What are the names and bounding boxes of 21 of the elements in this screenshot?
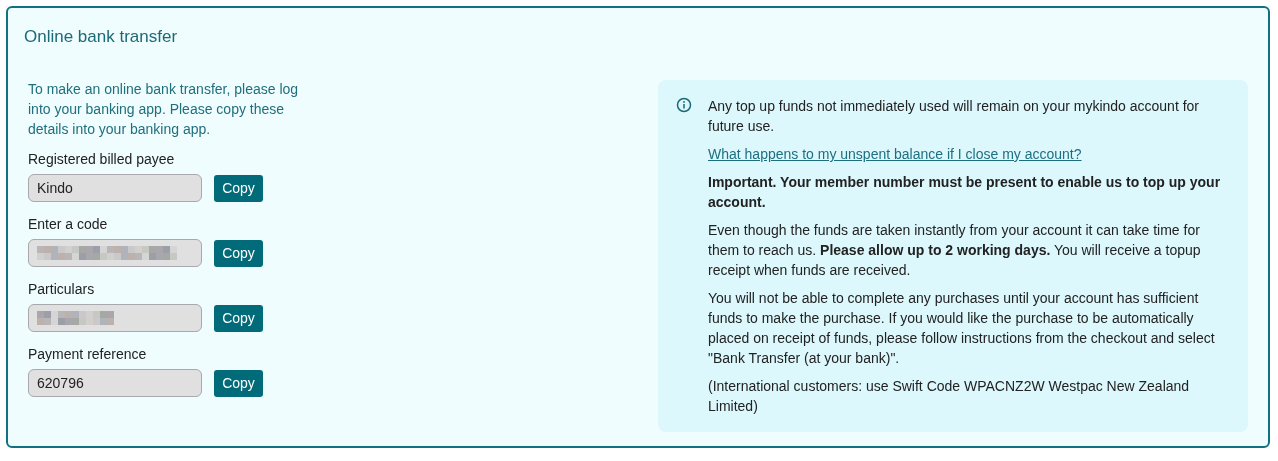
help-link[interactable]: What happens to my unspent balance if I close my account? xyxy=(708,146,1082,162)
important-notice: Important. Your member number must be present to enable us to top up your account. xyxy=(708,173,1222,212)
input-field[interactable]: 620796 xyxy=(28,369,202,397)
field-label: Particulars xyxy=(28,280,96,299)
info-paragraph: Any top up funds not immediately used will remain on your mykindo account for future use. xyxy=(708,97,1201,136)
field-label: Payment reference xyxy=(28,345,148,364)
input-field[interactable]: Kindo xyxy=(28,174,202,202)
field-label: Registered billed payee xyxy=(28,150,176,169)
input-field[interactable] xyxy=(28,304,202,332)
copy-button[interactable]: Copy xyxy=(214,239,263,267)
copy-button[interactable]: Copy xyxy=(214,304,263,332)
section-title: Online bank transfer xyxy=(24,26,179,48)
instructions-text: To make an online bank transfer, please log into your banking app. Please copy these details into your banking app. xyxy=(28,80,300,139)
field-label: Enter a code xyxy=(28,215,109,234)
copy-button[interactable]: Copy xyxy=(214,369,263,397)
info-paragraph: (International customers: use Swift Code WPACNZ2W Westpac New Zealand Limited) xyxy=(708,377,1191,416)
input-field[interactable] xyxy=(28,239,202,267)
info-icon xyxy=(676,97,692,113)
info-paragraph: You will not be able to complete any purchases until your account has sufficient funds to make the purchase. If you would like the purchase to be automatically placed on receipt of funds, please follow instructions from the checkout and select "Bank Transfer (at your bank)". xyxy=(708,289,1216,368)
info-paragraph: Even though the funds are taken instantly from your account it can take time for them to reach us. Please allow up to 2 working days. You will receive a topup receipt when funds are received. xyxy=(708,221,1202,280)
copy-button[interactable]: Copy xyxy=(214,174,263,202)
